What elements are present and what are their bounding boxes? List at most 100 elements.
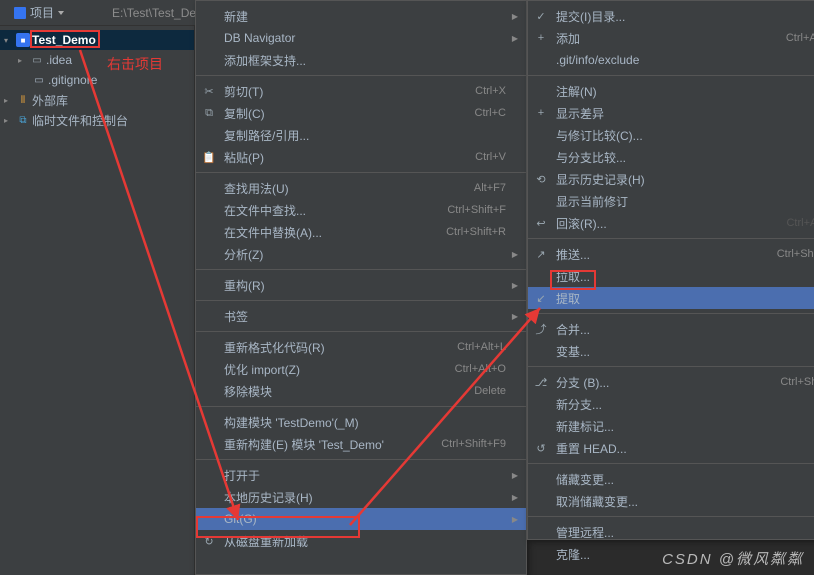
menu-separator — [528, 463, 814, 464]
menu-item[interactable]: ⤴ 合并... — [528, 318, 814, 340]
menu-item-label: 分析(Z) — [224, 246, 263, 263]
menu-item[interactable]: 书签 ▶ — [196, 305, 526, 327]
menu-item[interactable]: ⎇分支 (B)...Ctrl+Shift+` — [528, 371, 814, 393]
menu-item-label: 显示当前修订 — [556, 193, 628, 210]
menu-item[interactable]: 移除模块 Delete — [196, 380, 526, 402]
menu-item[interactable]: .git/info/exclude — [528, 49, 814, 71]
menu-item[interactable]: ↺重置 HEAD... — [528, 437, 814, 459]
watermark: CSDN @微风粼粼 — [662, 548, 804, 569]
menu-item-label: 重新格式化代码(R) — [224, 339, 325, 356]
menu-shortcut: Ctrl+Shift+R — [446, 226, 506, 238]
menu-separator — [196, 172, 526, 173]
menu-item[interactable]: ✂剪切(T)Ctrl+X — [196, 80, 526, 102]
menu-item-label: 粘贴(P) — [224, 149, 264, 166]
menu-item[interactable]: 📋 粘贴(P) Ctrl+V — [196, 146, 526, 168]
menu-item[interactable]: 分析(Z)▶ — [196, 243, 526, 265]
menu-item[interactable]: 变基... — [528, 340, 814, 362]
menu-item[interactable]: 在文件中替换(A)...Ctrl+Shift+R — [196, 221, 526, 243]
menu-icon: ⟲ — [534, 172, 548, 186]
menu-item-label: 新建 — [224, 8, 248, 25]
menu-item-label: 移除模块 — [224, 383, 272, 400]
annotation-label: 右击项目 — [107, 54, 163, 74]
menu-item[interactable]: ↗推送...Ctrl+Shift+K — [528, 243, 814, 265]
menu-item[interactable]: 管理远程... — [528, 521, 814, 543]
menu-shortcut: Ctrl+Shift+K — [777, 248, 814, 260]
menu-item[interactable]: 重构(R)▶ — [196, 274, 526, 296]
menu-item-label: 提取 — [556, 290, 580, 307]
menu-item[interactable]: ↩回滚(R)...Ctrl+Alt+Z — [528, 212, 814, 234]
menu-item[interactable]: 本地历史记录(H)▶ — [196, 486, 526, 508]
menu-separator — [528, 516, 814, 517]
menu-item[interactable]: 取消储藏变更... — [528, 490, 814, 512]
menu-item[interactable]: 储藏变更... — [528, 468, 814, 490]
menu-item-label: 回滚(R)... — [556, 215, 607, 232]
menu-separator — [196, 75, 526, 76]
menu-item[interactable]: 与修订比较(C)... — [528, 124, 814, 146]
menu-separator — [196, 459, 526, 460]
menu-item-label: 构建模块 'TestDemo'(_M) — [224, 414, 359, 431]
chevron-right-icon: ▶ — [512, 12, 518, 21]
menu-item-label: DB Navigator — [224, 31, 295, 45]
menu-icon: + — [534, 31, 548, 45]
chevron-right-icon: ▸ — [18, 56, 28, 65]
menu-shortcut: Ctrl+V — [475, 151, 506, 163]
tree-scratches[interactable]: ▸ ⧉ 临时文件和控制台 — [0, 110, 194, 130]
menu-item[interactable]: 优化 import(Z)Ctrl+Alt+O — [196, 358, 526, 380]
menu-icon: ↺ — [534, 441, 548, 455]
menu-item-label: 重新构建(E) 模块 'Test_Demo' — [224, 436, 384, 453]
menu-item[interactable]: 新分支... — [528, 393, 814, 415]
menu-item[interactable]: ↙提取 — [528, 287, 814, 309]
menu-item[interactable]: 重新构建(E) 模块 'Test_Demo'Ctrl+Shift+F9 — [196, 433, 526, 455]
menu-item-label: 在文件中查找... — [224, 202, 306, 219]
menu-item-label: 书签 — [224, 308, 248, 325]
menu-item[interactable]: +添加Ctrl+Alt+A — [528, 27, 814, 49]
tree-folder-idea[interactable]: ▸ ▭ .idea — [0, 50, 194, 70]
tree-external-libs[interactable]: ▸ ⫴ 外部库 — [0, 90, 194, 110]
menu-item[interactable]: 添加框架支持... — [196, 49, 526, 71]
menu-separator — [528, 75, 814, 76]
menu-item[interactable]: +显示差异 — [528, 102, 814, 124]
project-tab-label: 项目 — [30, 4, 54, 21]
chevron-right-icon: ▶ — [512, 312, 518, 321]
chevron-right-icon: ▶ — [512, 34, 518, 43]
menu-item[interactable]: ⟲ 显示历史记录(H) — [528, 168, 814, 190]
menu-item-label: 显示历史记录(H) — [556, 171, 645, 188]
tree-file-gitignore[interactable]: ▭ .gitignore — [0, 70, 194, 90]
menu-item-label: 剪切(T) — [224, 83, 263, 100]
menu-item[interactable]: 复制路径/引用... — [196, 124, 526, 146]
menu-item-label: 新分支... — [556, 396, 602, 413]
menu-item[interactable]: ✓提交(I)目录... — [528, 5, 814, 27]
chevron-down-icon — [58, 11, 64, 15]
menu-item-label: 合并... — [556, 321, 590, 338]
project-tool-tab[interactable]: 项目 — [6, 2, 72, 23]
menu-separator — [196, 300, 526, 301]
menu-item[interactable]: 显示当前修订 — [528, 190, 814, 212]
menu-item[interactable]: 打开于▶ — [196, 464, 526, 486]
menu-item[interactable]: 查找用法(U)Alt+F7 — [196, 177, 526, 199]
menu-item-label: 推送... — [556, 246, 590, 263]
menu-item-label: 分支 (B)... — [556, 374, 609, 391]
module-icon: ■ — [16, 33, 30, 47]
menu-item[interactable]: 构建模块 'TestDemo'(_M) — [196, 411, 526, 433]
menu-icon: ⤴ — [534, 322, 548, 336]
menu-item[interactable]: 在文件中查找...Ctrl+Shift+F — [196, 199, 526, 221]
menu-shortcut: Ctrl+C — [475, 107, 506, 119]
chevron-down-icon: ▾ — [4, 36, 14, 45]
tree-label: 临时文件和控制台 — [32, 112, 128, 129]
menu-item[interactable]: ⧉复制(C)Ctrl+C — [196, 102, 526, 124]
menu-shortcut: Ctrl+Alt+L — [457, 341, 506, 353]
library-icon: ⫴ — [16, 93, 30, 107]
context-menu-main: 新建 ▶ DB Navigator ▶ 添加框架支持... ✂剪切(T)Ctrl+X⧉复制… — [195, 0, 527, 575]
menu-icon: 📋 — [202, 150, 216, 164]
menu-item[interactable]: 重新格式化代码(R) Ctrl+Alt+L — [196, 336, 526, 358]
menu-item[interactable]: 新建 ▶ — [196, 5, 526, 27]
menu-item[interactable]: 注解(N) — [528, 80, 814, 102]
menu-item[interactable]: DB Navigator ▶ — [196, 27, 526, 49]
menu-shortcut: Ctrl+Shift+` — [780, 376, 814, 388]
menu-item[interactable]: 与分支比较... — [528, 146, 814, 168]
menu-shortcut: Delete — [474, 385, 506, 397]
menu-item-label: 添加框架支持... — [224, 52, 306, 69]
menu-item-label: 管理远程... — [556, 524, 614, 541]
menu-item[interactable]: 新建标记... — [528, 415, 814, 437]
menu-item-label: 添加 — [556, 30, 580, 47]
